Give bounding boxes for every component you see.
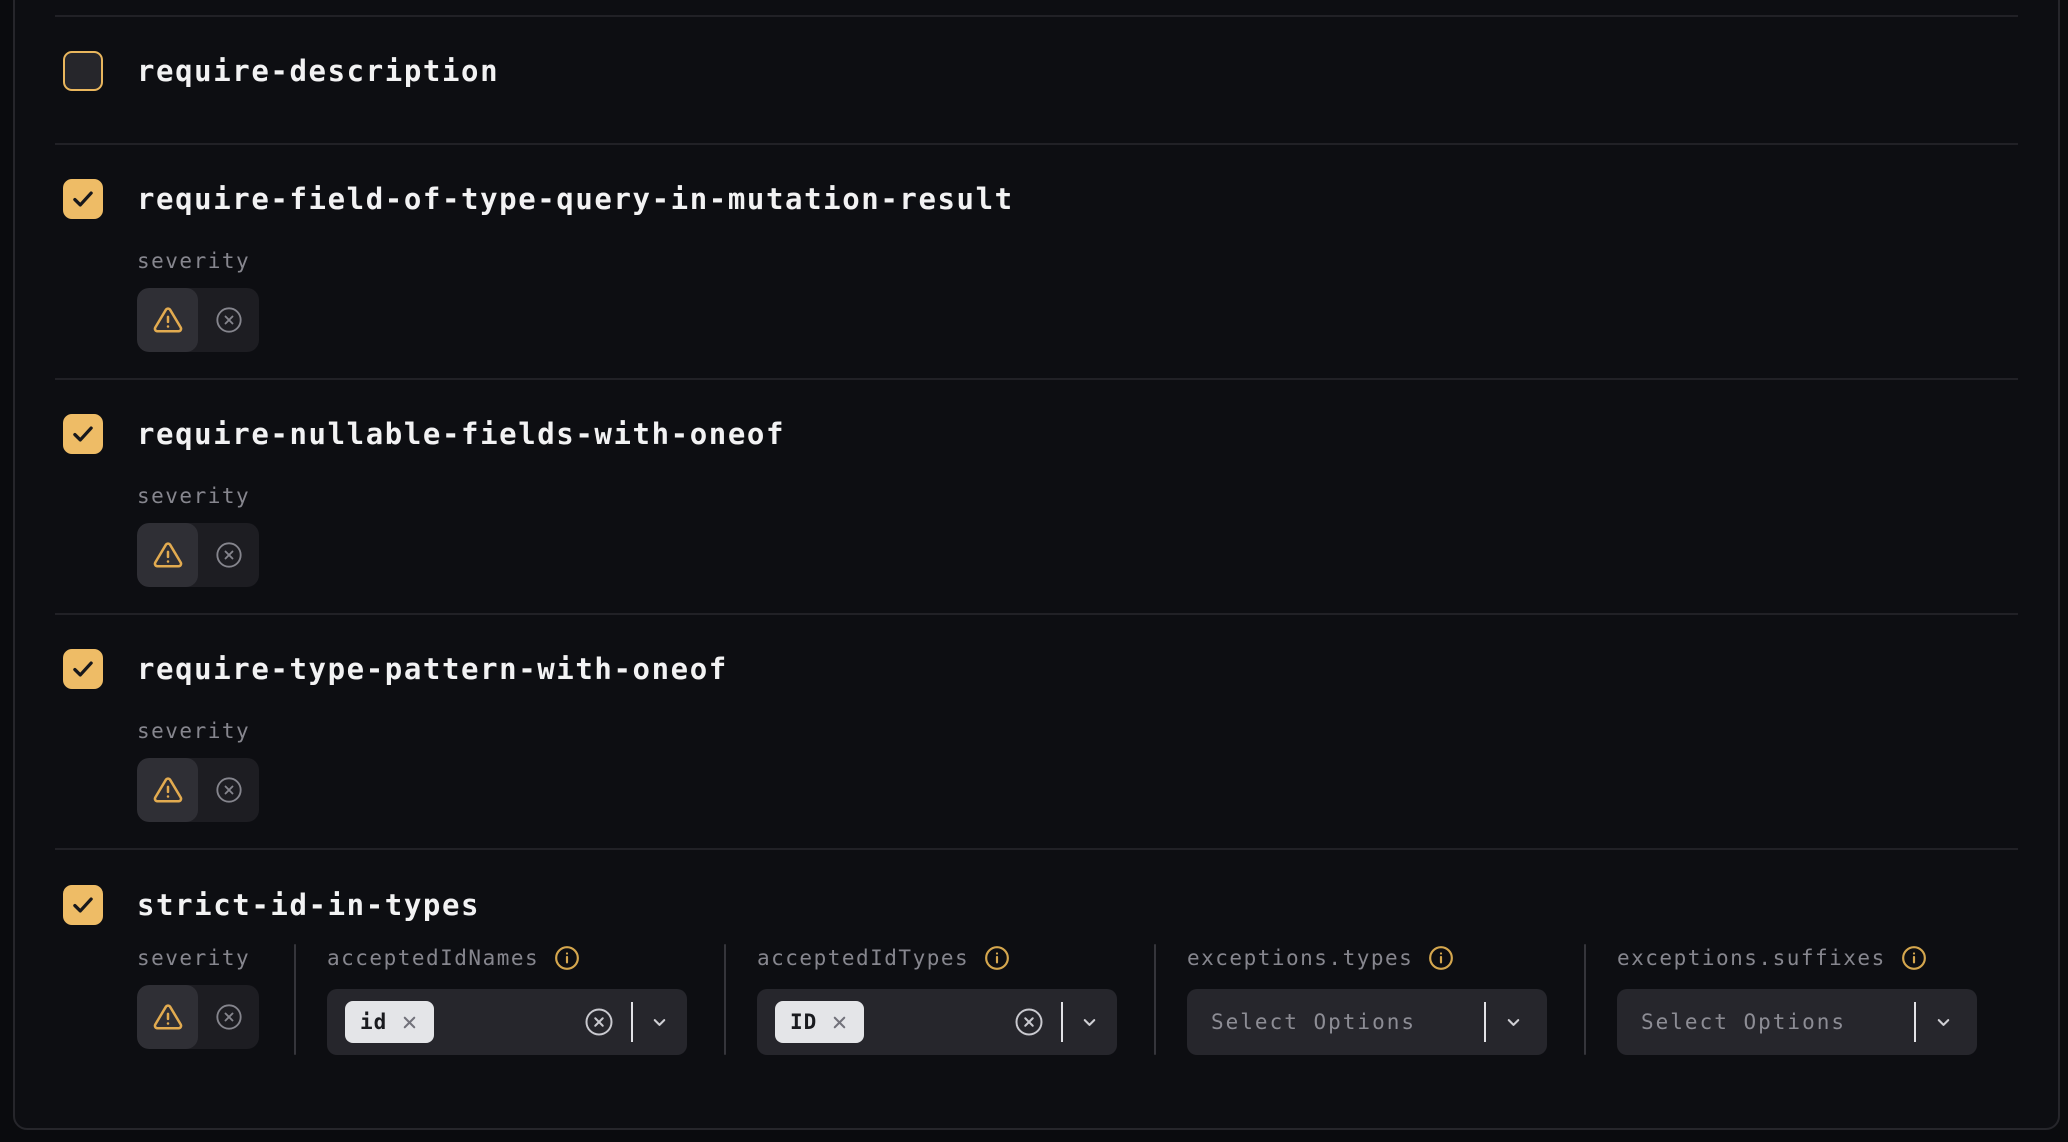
column-divider (294, 944, 296, 1055)
select-placeholder: Select Options (1641, 1010, 1896, 1034)
info-icon[interactable] (1901, 945, 1927, 971)
clear-all-icon[interactable] (1014, 1007, 1044, 1037)
check-icon (70, 656, 96, 682)
info-icon[interactable] (984, 945, 1010, 971)
column-divider (724, 944, 726, 1055)
rule-name: require-nullable-fields-with-oneof (137, 417, 785, 451)
field-label: exceptions.suffixes (1617, 944, 1886, 972)
lint-rules-panel: require-description require-field-of-typ… (13, 0, 2060, 1130)
field-acceptedidtypes: acceptedIdTypes ID (757, 944, 1117, 1055)
chevron-down-icon[interactable] (650, 1013, 669, 1032)
chevron-down-icon[interactable] (1934, 1013, 1953, 1032)
severity-off-option[interactable] (198, 985, 259, 1049)
severity-warn-option[interactable] (137, 758, 198, 822)
rule-name: strict-id-in-types (137, 888, 480, 922)
severity-label: severity (137, 717, 250, 745)
rule-name: require-type-pattern-with-oneof (137, 652, 728, 686)
tag-chip: ID (775, 1001, 864, 1043)
field-exceptions-suffixes: exceptions.suffixes Select Options (1617, 944, 1977, 1055)
severity-label: severity (137, 482, 250, 510)
severity-label: severity (137, 944, 294, 972)
tag-value: id (360, 1010, 387, 1034)
rules-list: require-description require-field-of-typ… (15, 0, 2058, 1129)
check-icon (70, 421, 96, 447)
dropdown-divider (1061, 1002, 1063, 1042)
warning-triangle-icon (153, 305, 183, 335)
chevron-down-icon[interactable] (1504, 1013, 1523, 1032)
severity-warn-option[interactable] (137, 985, 198, 1049)
rule-enabled-checkbox[interactable] (63, 649, 103, 689)
rule-header: require-type-pattern-with-oneof (55, 649, 2018, 689)
rule-row: require-type-pattern-with-oneof severity (55, 613, 2018, 848)
rule-header: require-description (55, 51, 2018, 91)
info-icon[interactable] (1428, 945, 1454, 971)
warning-triangle-icon (153, 540, 183, 570)
warning-triangle-icon (153, 775, 183, 805)
check-icon (70, 892, 96, 918)
info-icon[interactable] (554, 945, 580, 971)
circle-x-icon (215, 1003, 243, 1031)
check-icon (70, 186, 96, 212)
field-exceptions-types: exceptions.types Select Options (1187, 944, 1547, 1055)
select-placeholder: Select Options (1211, 1010, 1466, 1034)
severity-warn-option[interactable] (137, 288, 198, 352)
exceptions-types-select[interactable]: Select Options (1187, 989, 1547, 1055)
rule-row: require-nullable-fields-with-oneof sever… (55, 378, 2018, 613)
dropdown-divider (1914, 1002, 1916, 1042)
rule-enabled-checkbox[interactable] (63, 885, 103, 925)
rule-header: require-nullable-fields-with-oneof (55, 414, 2018, 454)
rule-header: strict-id-in-types (55, 885, 2018, 925)
tag-chip: id (345, 1001, 434, 1043)
field-acceptedidnames: acceptedIdNames id (327, 944, 687, 1055)
severity-off-option[interactable] (198, 523, 259, 587)
rule-header: require-field-of-type-query-in-mutation-… (55, 179, 2018, 219)
rule-row: strict-id-in-types severity (55, 848, 2018, 1129)
tag-value: ID (790, 1010, 817, 1034)
severity-label: severity (137, 247, 250, 275)
remove-tag-icon[interactable] (830, 1013, 849, 1032)
rule-enabled-checkbox[interactable] (63, 179, 103, 219)
rule-options: severity (137, 219, 2018, 352)
rule-options: severity acceptedIdNames (137, 944, 2018, 1055)
clear-all-icon[interactable] (584, 1007, 614, 1037)
rule-name: require-description (137, 54, 499, 88)
circle-x-icon (215, 541, 243, 569)
rule-row: require-field-of-type-query-in-mutation-… (55, 143, 2018, 378)
severity-toggle (137, 758, 259, 822)
field-label: acceptedIdNames (327, 944, 539, 972)
severity-toggle (137, 523, 259, 587)
rule-options: severity (137, 689, 2018, 822)
rule-enabled-checkbox[interactable] (63, 414, 103, 454)
severity-off-option[interactable] (198, 758, 259, 822)
severity-toggle (137, 985, 259, 1049)
severity-off-option[interactable] (198, 288, 259, 352)
severity-toggle (137, 288, 259, 352)
rule-row: require-description (55, 15, 2018, 143)
circle-x-icon (215, 776, 243, 804)
dropdown-divider (1484, 1002, 1486, 1042)
rule-options: severity (137, 454, 2018, 587)
column-divider (1584, 944, 1586, 1055)
rule-enabled-checkbox[interactable] (63, 51, 103, 91)
field-label: acceptedIdTypes (757, 944, 969, 972)
severity-column: severity (137, 944, 294, 1055)
acceptedidtypes-multiselect[interactable]: ID (757, 989, 1117, 1055)
field-label: exceptions.types (1187, 944, 1413, 972)
chevron-down-icon[interactable] (1080, 1013, 1099, 1032)
acceptedidnames-multiselect[interactable]: id (327, 989, 687, 1055)
dropdown-divider (631, 1002, 633, 1042)
column-divider (1154, 944, 1156, 1055)
warning-triangle-icon (153, 1002, 183, 1032)
remove-tag-icon[interactable] (400, 1013, 419, 1032)
severity-warn-option[interactable] (137, 523, 198, 587)
circle-x-icon (215, 306, 243, 334)
row-spacer (55, 0, 2018, 15)
exceptions-suffixes-select[interactable]: Select Options (1617, 989, 1977, 1055)
rule-name: require-field-of-type-query-in-mutation-… (137, 182, 1014, 216)
